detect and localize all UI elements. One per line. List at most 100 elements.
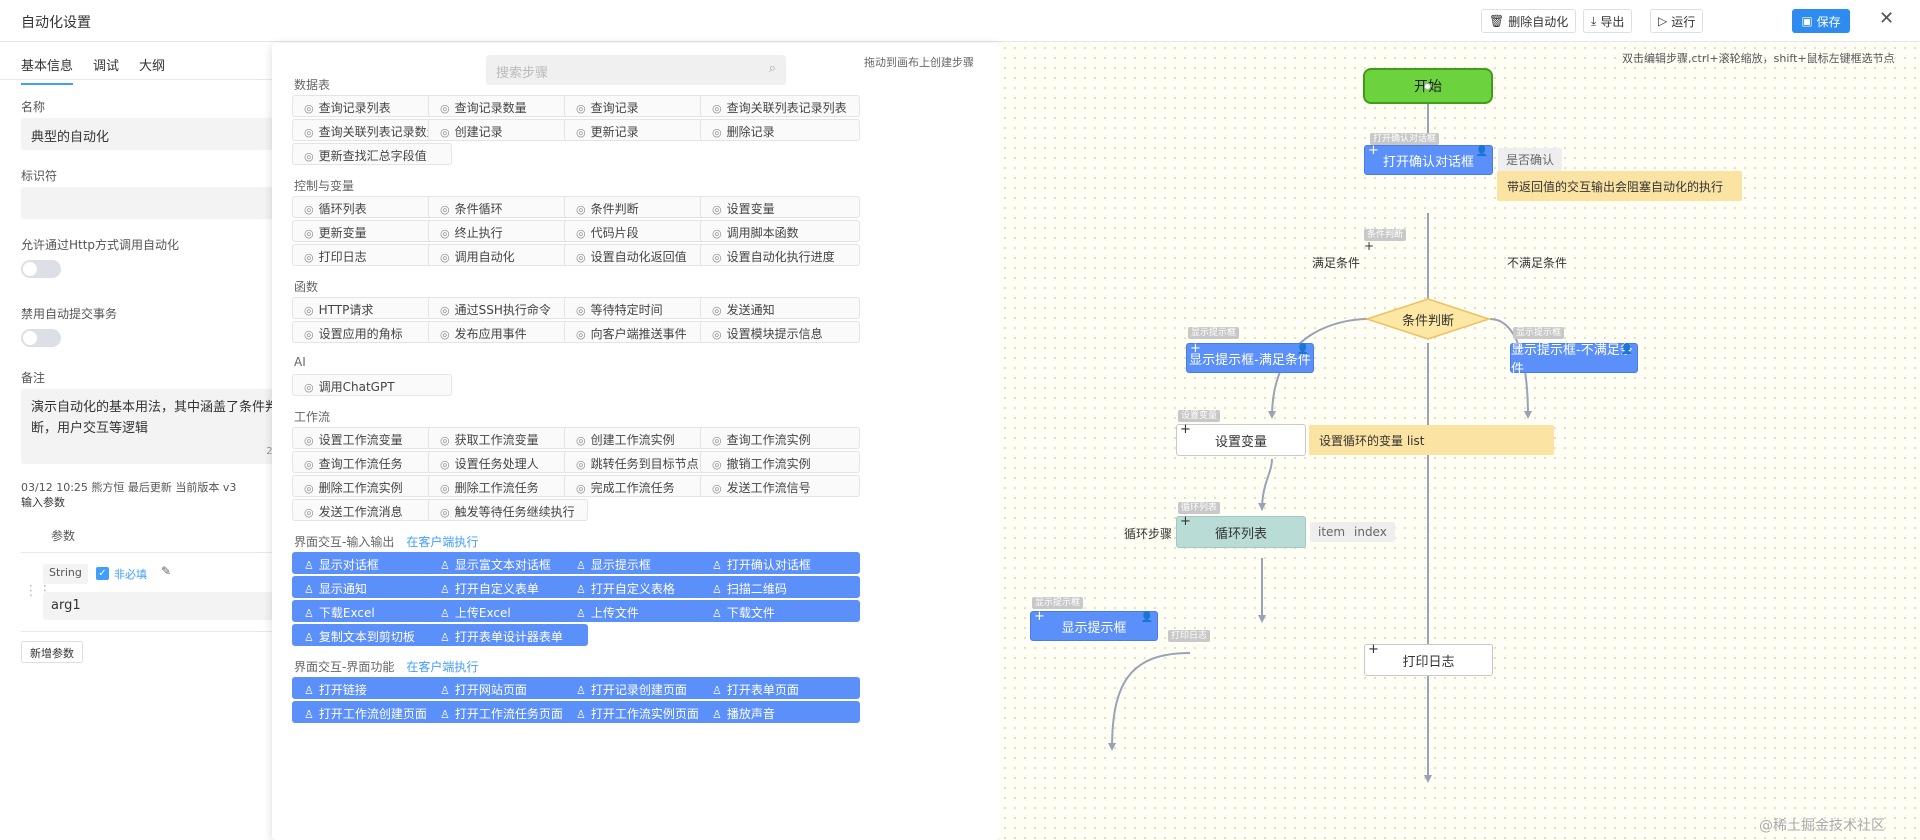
- user-icon: ♙: [304, 631, 314, 644]
- step-icon: ◎: [712, 482, 722, 495]
- step-item[interactable]: ◎ 触发等待任务继续执行: [428, 499, 588, 521]
- loop-step-label: 循环步骤: [1124, 527, 1173, 541]
- user-icon: ♙: [304, 708, 314, 721]
- close-icon[interactable]: ✕: [1879, 8, 1894, 29]
- condition-node[interactable]: 条件判断: [1378, 309, 1478, 329]
- tip-yes-node[interactable]: + 显示提示框-满足条件 👤: [1186, 341, 1314, 373]
- edge-arrow: [1258, 503, 1266, 511]
- step-item[interactable]: ◎ 设置模块提示信息: [700, 321, 860, 343]
- step-icon: ◎: [576, 458, 586, 471]
- params-header: 参数: [51, 529, 76, 543]
- step-icon: ◎: [576, 251, 586, 264]
- client-exec-link[interactable]: 在客户端执行: [406, 535, 478, 549]
- search-icon: ⌕: [768, 61, 776, 76]
- user-icon: ♙: [440, 684, 450, 697]
- add-param-button[interactable]: 新增参数: [21, 641, 83, 663]
- run-button[interactable]: ▷ 运行: [1650, 9, 1704, 33]
- step-palette: 搜索步骤 ⌕ 拖动到画布上创建步骤 数据表 ◎ 查询记录列表 ◎ 查询记录数量 ◎ 查询记录 ◎…: [272, 43, 1000, 840]
- step-icon: ◎: [304, 458, 314, 471]
- section-title: 界面交互-界面功能 在客户端执行: [294, 660, 479, 674]
- identifier-input[interactable]: [21, 187, 272, 219]
- node-tag: 打开确认对话框: [1370, 133, 1440, 145]
- param-name-input[interactable]: arg1: [43, 592, 272, 620]
- edit-icon[interactable]: ✎: [161, 564, 171, 578]
- client-exec-link[interactable]: 在客户端执行: [406, 660, 478, 674]
- section-title: 工作流: [294, 410, 331, 424]
- name-input[interactable]: 典型的自动化: [21, 118, 272, 150]
- http-label: 允许通过Http方式调用自动化: [21, 238, 180, 252]
- user-icon: ♙: [576, 559, 586, 572]
- http-toggle[interactable]: [21, 260, 61, 278]
- user-icon: ♙: [712, 684, 722, 697]
- connector-dot[interactable]: [1424, 83, 1431, 90]
- play-icon: ▷: [1658, 14, 1668, 28]
- save-icon: ▣: [1801, 14, 1813, 28]
- step-item[interactable]: ◎ 调用脚本函数: [700, 220, 860, 242]
- transaction-toggle[interactable]: [21, 329, 61, 347]
- step-item[interactable]: ♙ 打开表单页面: [700, 677, 860, 699]
- user-icon: ♙: [440, 708, 450, 721]
- user-icon: ♙: [440, 583, 450, 596]
- step-item[interactable]: ◎ 更新查找汇总字段值: [292, 143, 452, 165]
- step-icon: ◎: [712, 458, 722, 471]
- edge-arrow: [1258, 615, 1266, 623]
- step-item[interactable]: ◎ 查询工作流实例: [700, 427, 860, 449]
- step-icon: ◎: [712, 126, 722, 139]
- step-icon: ◎: [712, 227, 722, 240]
- user-icon: 👤: [1620, 344, 1633, 355]
- tip-loop-node[interactable]: + 显示提示框 👤: [1030, 609, 1158, 641]
- edge: [1261, 458, 1273, 511]
- user-icon: ♙: [440, 559, 450, 572]
- setvar-note: 设置循环的变量 list: [1309, 425, 1554, 455]
- loop-index-output: index: [1346, 522, 1395, 542]
- tab-outline[interactable]: 大纲: [139, 55, 165, 85]
- update-meta: 03/12 10:25 熊方恒 最后更新 当前版本 v3: [21, 481, 237, 494]
- step-item[interactable]: ◎ 撤销工作流实例: [700, 451, 860, 473]
- step-item[interactable]: ♙ 播放声音: [700, 701, 860, 723]
- step-icon: ◎: [576, 126, 586, 139]
- user-icon: ♙: [304, 684, 314, 697]
- tab-debug[interactable]: 调试: [93, 55, 119, 85]
- set-variable-node[interactable]: + 设置变量: [1176, 422, 1306, 456]
- param-required-label: 非必填: [114, 568, 147, 581]
- step-item[interactable]: ♙ 扫描二维码: [700, 576, 860, 598]
- confirm-note: 带返回值的交互输出会阻塞自动化的执行: [1497, 171, 1742, 201]
- step-item[interactable]: ◎ 删除记录: [700, 119, 860, 141]
- user-icon: ♙: [712, 607, 722, 620]
- user-icon: ♙: [304, 583, 314, 596]
- input-params-label: 输入参数: [21, 496, 65, 509]
- transaction-label: 禁用自动提交事务: [21, 307, 118, 321]
- step-item[interactable]: ◎ 调用ChatGPT: [292, 374, 452, 396]
- step-icon: ◎: [712, 251, 722, 264]
- step-icon: ◎: [576, 328, 586, 341]
- step-item[interactable]: ◎ 设置变量: [700, 196, 860, 218]
- name-label: 名称: [21, 100, 46, 114]
- watermark: @稀土掘金技术社区: [1759, 818, 1885, 834]
- user-icon: ♙: [712, 708, 722, 721]
- search-input[interactable]: 搜索步骤 ⌕: [486, 55, 786, 85]
- edge-arrow: [1268, 411, 1276, 419]
- trash-icon: 🗑: [1489, 14, 1505, 28]
- step-item[interactable]: ◎ 查询关联列表记录列表: [700, 95, 860, 117]
- step-item[interactable]: ◎ 设置自动化执行进度: [700, 244, 860, 266]
- step-item[interactable]: ♙ 下载文件: [700, 600, 860, 622]
- tip-no-node[interactable]: + 显示提示框-不满足条件 👤: [1510, 341, 1638, 377]
- delete-automation-button[interactable]: 🗑 删除自动化: [1481, 9, 1577, 33]
- step-item[interactable]: ◎ 发送工作流信号: [700, 475, 860, 497]
- edge: [1111, 652, 1191, 750]
- flow-canvas[interactable]: 双击编辑步骤,ctrl+滚轮缩放，shift+鼠标左键框选节点 开始 打开确认对…: [1000, 43, 1920, 840]
- required-checkbox[interactable]: ✓: [96, 567, 109, 580]
- remark-textarea[interactable]: 演示自动化的基本用法，其中涵盖了条件判断，用户交互等逻辑28: [21, 389, 272, 464]
- confirm-dialog-node[interactable]: + 打开确认对话框 👤: [1364, 143, 1493, 175]
- export-button[interactable]: ⤓ 导出: [1583, 9, 1633, 33]
- step-item[interactable]: ◎ 发送通知: [700, 297, 860, 319]
- step-icon: ◎: [440, 458, 450, 471]
- print-log-node[interactable]: + 打印日志: [1364, 642, 1493, 676]
- node-tag: 显示提示框: [1513, 327, 1565, 339]
- user-icon: ♙: [440, 631, 450, 644]
- step-item[interactable]: ♙ 打开确认对话框: [700, 552, 860, 574]
- tab-basic-info[interactable]: 基本信息: [21, 55, 74, 85]
- loop-list-node[interactable]: + 循环列表: [1176, 514, 1306, 548]
- save-button[interactable]: ▣ 保存: [1792, 9, 1850, 33]
- step-item[interactable]: ♙ 打开表单设计器表单: [428, 624, 588, 646]
